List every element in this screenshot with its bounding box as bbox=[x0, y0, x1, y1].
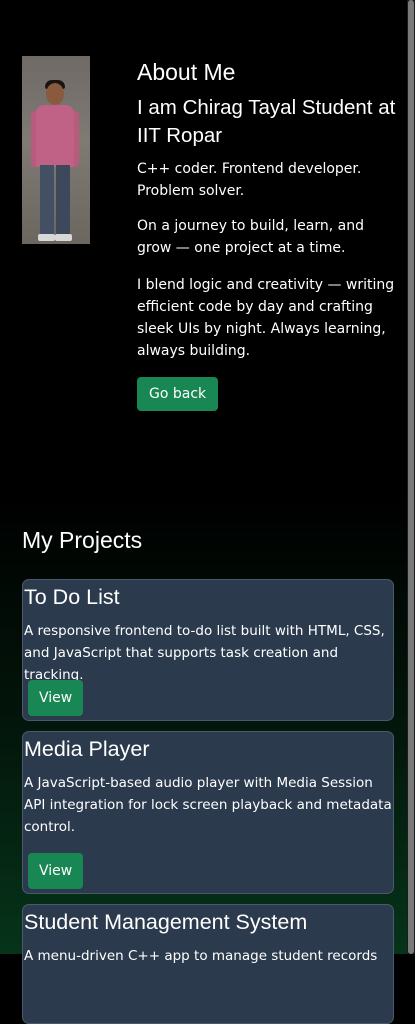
about-paragraph-1: C++ coder. Frontend developer. Problem s… bbox=[137, 161, 362, 199]
project-description: A menu-driven C++ app to manage student … bbox=[24, 948, 378, 964]
project-card-todo: To Do List A responsive frontend to-do l… bbox=[22, 579, 394, 721]
projects-title: My Projects bbox=[22, 527, 143, 553]
project-title: Media Player bbox=[24, 737, 150, 761]
about-heading: I am Chirag Tayal Student at IIT Ropar bbox=[137, 96, 396, 147]
scrollbar-track[interactable] bbox=[407, 0, 415, 954]
project-title: Student Management System bbox=[24, 910, 308, 934]
about-paragraph-3: I blend logic and creativity — writing e… bbox=[137, 277, 395, 359]
profile-photo bbox=[22, 56, 90, 244]
scrollbar-thumb[interactable] bbox=[408, 0, 414, 954]
about-paragraph-2: On a journey to build, learn, and grow —… bbox=[137, 218, 364, 256]
view-button[interactable]: View bbox=[28, 853, 84, 889]
project-description: A JavaScript-based audio player with Med… bbox=[24, 775, 392, 835]
about-title: About Me bbox=[137, 59, 236, 85]
project-description: A responsive frontend to-do list built w… bbox=[24, 623, 385, 683]
view-button[interactable]: View bbox=[28, 680, 84, 716]
project-card-media-player: Media Player A JavaScript-based audio pl… bbox=[22, 731, 394, 894]
project-title: To Do List bbox=[24, 585, 120, 609]
about-text: About Me I am Chirag Tayal Student at II… bbox=[137, 56, 399, 411]
go-back-button[interactable]: Go back bbox=[137, 377, 219, 411]
project-card-student-management: Student Management System A menu-driven … bbox=[22, 904, 394, 1024]
